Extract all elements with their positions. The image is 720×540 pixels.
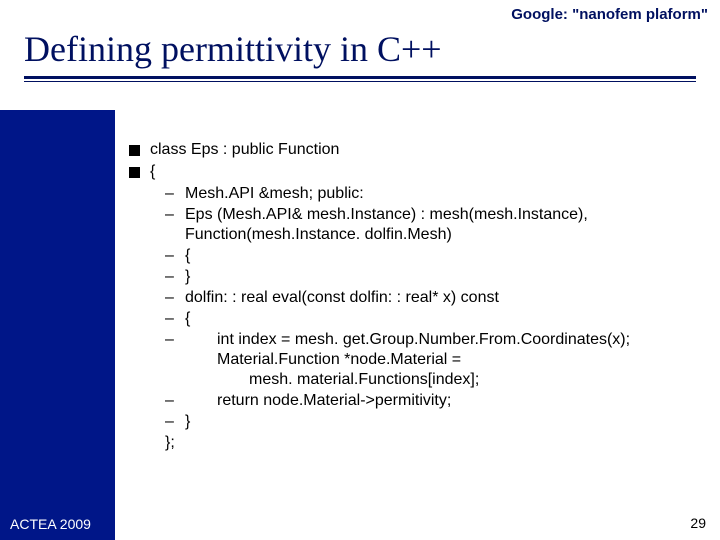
list-item: { (129, 162, 710, 182)
sub-item-text: { (185, 246, 710, 266)
line: Material.Function *node.Material = (185, 350, 710, 370)
slide-number: 29 (690, 515, 706, 533)
sub-list-item: – Mesh.API &mesh; public: (165, 184, 710, 204)
line: int index = mesh. get.Group.Number.From.… (185, 330, 710, 350)
sub-list-item: – Eps (Mesh.API& mesh.Instance) : mesh(m… (165, 205, 710, 245)
sub-item-text: Mesh.API &mesh; public: (185, 184, 710, 204)
closer-text: }; (165, 433, 710, 453)
dash-bullet-icon: – (165, 288, 183, 308)
sub-item-text: dolfin: : real eval(const dolfin: : real… (185, 288, 710, 308)
sub-list-item: – dolfin: : real eval(const dolfin: : re… (165, 288, 710, 308)
sub-list-item: – int index = mesh. get.Group.Number.Fro… (165, 330, 710, 390)
dash-bullet-icon: – (165, 246, 183, 266)
sidebar: ACTEA 2009 (0, 110, 115, 540)
header-tag: Google: "nanofem plaform" (0, 0, 720, 28)
dash-bullet-icon: – (165, 330, 183, 350)
sub-item-text: } (185, 267, 710, 287)
sub-item-text: return node.Material->permitivity; (185, 391, 710, 411)
sub-list-item: – } (165, 412, 710, 432)
line: mesh. material.Functions[index]; (185, 370, 710, 390)
page-title: Defining permittivity in C++ (24, 30, 720, 70)
dash-bullet-icon: – (165, 184, 183, 204)
sub-item-text: Eps (Mesh.API& mesh.Instance) : mesh(mes… (185, 205, 710, 245)
title-block: Defining permittivity in C++ (0, 28, 720, 70)
title-underline (24, 76, 696, 79)
dash-bullet-icon: – (165, 391, 183, 411)
content: class Eps : public Function { – Mesh.API… (115, 110, 720, 540)
dash-bullet-icon: – (165, 205, 183, 225)
sub-list-item: – } (165, 267, 710, 287)
sub-list-item: – return node.Material->permitivity; (165, 391, 710, 411)
sub-item-text: } (185, 412, 710, 432)
dash-bullet-icon: – (165, 412, 183, 432)
sub-list-item: – { (165, 309, 710, 329)
square-bullet-icon (129, 167, 140, 178)
body-area: ACTEA 2009 class Eps : public Function {… (0, 110, 720, 540)
square-bullet-icon (129, 145, 140, 156)
sub-list: – Mesh.API &mesh; public: – Eps (Mesh.AP… (165, 184, 710, 432)
footer-left-text: ACTEA 2009 (10, 516, 91, 532)
sub-list-item: – { (165, 246, 710, 266)
list-item-text: { (150, 162, 155, 182)
sub-item-text: { (185, 309, 710, 329)
sub-item-text: int index = mesh. get.Group.Number.From.… (185, 330, 710, 390)
list-item: class Eps : public Function (129, 140, 710, 160)
dash-bullet-icon: – (165, 267, 183, 287)
line: Function(mesh.Instance. dolfin.Mesh) (185, 225, 710, 245)
list-item-text: class Eps : public Function (150, 140, 339, 160)
line: Eps (Mesh.API& mesh.Instance) : mesh(mes… (185, 205, 710, 225)
line: return node.Material->permitivity; (185, 391, 710, 411)
dash-bullet-icon: – (165, 309, 183, 329)
